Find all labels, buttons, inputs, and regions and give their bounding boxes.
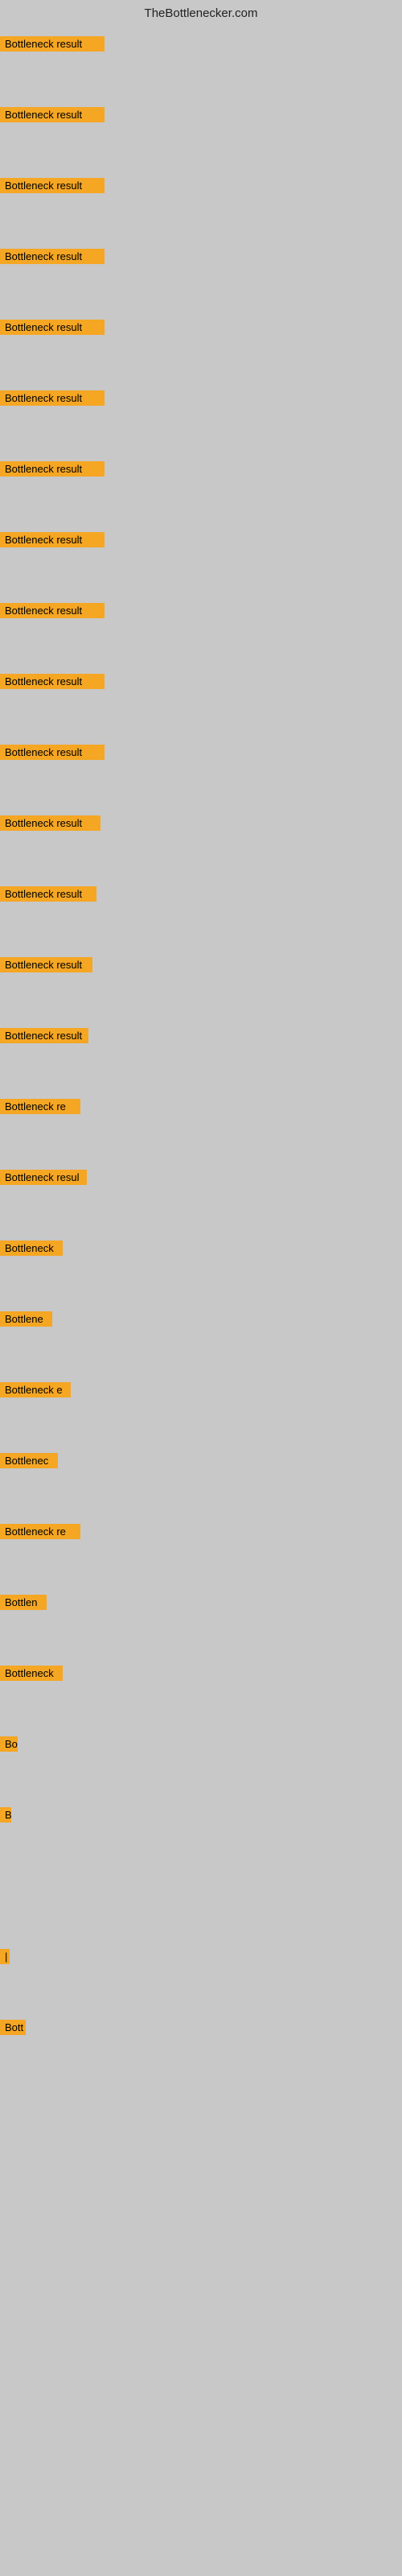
list-item: Bottleneck result [0, 28, 402, 99]
list-item: Bottleneck e [0, 1374, 402, 1445]
list-item: Bottleneck result [0, 949, 402, 1020]
list-item: Bottlenec [0, 1445, 402, 1516]
list-item: Bottleneck result [0, 1020, 402, 1091]
list-item: Bottleneck result [0, 241, 402, 312]
bottleneck-result-label: | [0, 1949, 10, 1964]
list-item [0, 2366, 402, 2437]
list-item: Bottleneck result [0, 807, 402, 878]
list-item [0, 1870, 402, 1941]
list-item: Bottlene [0, 1303, 402, 1374]
bottleneck-result-label: Bottleneck result [0, 320, 105, 335]
bottleneck-result-label: Bottleneck re [0, 1099, 80, 1114]
bottleneck-result-label: Bott [0, 2020, 26, 2035]
list-item: Bottleneck result [0, 453, 402, 524]
bottleneck-result-label: Bottleneck [0, 1241, 63, 1256]
list-item: Bottleneck result [0, 878, 402, 949]
list-item: Bottleneck result [0, 666, 402, 737]
list-item: Bottleneck [0, 1657, 402, 1728]
list-item: Bottleneck result [0, 170, 402, 241]
list-item [0, 2083, 402, 2153]
bottleneck-result-label: Bottleneck result [0, 603, 105, 618]
bottleneck-result-label: Bottleneck re [0, 1524, 80, 1539]
list-item: Bottleneck result [0, 737, 402, 807]
bottleneck-result-label: Bottleneck result [0, 957, 92, 972]
list-item [0, 2437, 402, 2508]
list-item [0, 2153, 402, 2224]
list-item: Bo [0, 1728, 402, 1799]
list-item [0, 2224, 402, 2295]
bottleneck-result-label: Bottlene [0, 1311, 52, 1327]
list-item [0, 2295, 402, 2366]
bottleneck-result-label: Bottleneck result [0, 390, 105, 406]
bottleneck-result-label: Bottleneck result [0, 249, 105, 264]
list-item: B [0, 1799, 402, 1870]
bottleneck-result-label: Bottleneck [0, 1666, 63, 1681]
list-item: Bottleneck result [0, 99, 402, 170]
bottleneck-result-label: Bottleneck result [0, 745, 105, 760]
bottleneck-result-label: Bottleneck result [0, 1028, 88, 1043]
bottleneck-result-label: Bottleneck result [0, 107, 105, 122]
site-title: TheBottlenecker.com [0, 0, 402, 28]
rows-container: Bottleneck result Bottleneck result Bottle… [0, 28, 402, 2508]
bottleneck-result-label: Bottlen [0, 1595, 47, 1610]
bottleneck-result-label: Bottleneck result [0, 886, 96, 902]
bottleneck-result-label: Bottleneck result [0, 461, 105, 477]
list-item: Bottleneck result [0, 524, 402, 595]
list-item: Bottleneck result [0, 312, 402, 382]
list-item: Bottleneck resul [0, 1162, 402, 1232]
list-item: Bottleneck result [0, 595, 402, 666]
bottleneck-result-label: Bottlenec [0, 1453, 58, 1468]
list-item: Bott [0, 2012, 402, 2083]
list-item: | [0, 1941, 402, 2012]
list-item: Bottleneck result [0, 382, 402, 453]
bottleneck-result-label: Bottleneck resul [0, 1170, 87, 1185]
bottleneck-result-label: Bottleneck result [0, 815, 100, 831]
bottleneck-result-label: B [0, 1807, 11, 1823]
list-item: Bottleneck re [0, 1516, 402, 1587]
list-item: Bottleneck re [0, 1091, 402, 1162]
bottleneck-result-label: Bottleneck result [0, 178, 105, 193]
bottleneck-result-label: Bottleneck e [0, 1382, 71, 1397]
bottleneck-result-label: Bottleneck result [0, 674, 105, 689]
bottleneck-result-label: Bottleneck result [0, 532, 105, 547]
bottleneck-result-label: Bottleneck result [0, 36, 105, 52]
list-item: Bottleneck [0, 1232, 402, 1303]
bottleneck-result-label: Bo [0, 1736, 18, 1752]
list-item: Bottlen [0, 1587, 402, 1657]
